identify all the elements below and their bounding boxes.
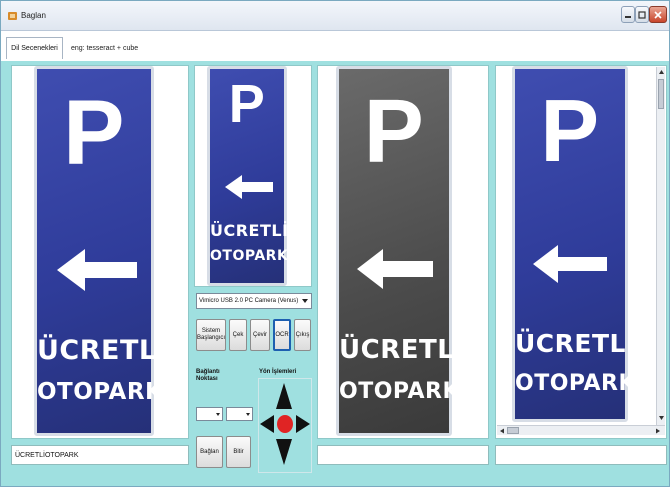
- center-dot-icon[interactable]: [276, 414, 294, 434]
- sign-line3-text: OTOPARK: [37, 379, 164, 405]
- cropped-left-arrow-icon: [225, 175, 273, 199]
- down-arrow-icon[interactable]: [276, 439, 292, 465]
- processed-image-panel: P ÜCRETLİ OTOPARK: [495, 65, 667, 439]
- camera-select[interactable]: Vimicro USB 2.0 PC Camera (Venus): [196, 293, 312, 309]
- rotate-button[interactable]: Çevir: [250, 319, 270, 351]
- title-bar: Baglan: [1, 1, 669, 31]
- sign-p-text: P: [63, 82, 125, 184]
- gray-sign-line3-text: OTOPARK: [339, 379, 461, 404]
- cropped-image-panel: P ÜCRETLİ OTOPARK: [194, 65, 312, 287]
- window-title: Baglan: [21, 11, 46, 20]
- right-arrow-icon[interactable]: [296, 415, 310, 433]
- proc-sign-p-text: P: [540, 81, 600, 180]
- connection-point-label: Bağlantı Noktası: [196, 369, 220, 382]
- chevron-down-icon: [216, 413, 220, 416]
- exit-button[interactable]: Çıkış: [294, 319, 311, 351]
- camera-select-value: Vimicro USB 2.0 PC Camera (Venus): [199, 298, 299, 304]
- proc-sign-line3-text: OTOPARK: [515, 371, 637, 396]
- connection-point-line1: Bağlantı: [196, 369, 220, 375]
- main-window: Baglan Dil Secenekleri eng: tesseract + …: [0, 0, 670, 487]
- processed-sign-image: P ÜCRETLİ OTOPARK: [512, 66, 637, 422]
- grayscale-sign-image: P ÜCRETLİ OTOPARK: [336, 66, 465, 436]
- ocr-result-field[interactable]: ÜCRETLİOTOPARK: [11, 445, 189, 465]
- scroll-right-icon[interactable]: [655, 428, 661, 434]
- system-start-line2: Başlangıcı: [196, 335, 226, 341]
- maximize-button[interactable]: [635, 6, 649, 23]
- direction-ops-label: Yön İşlemleri: [259, 369, 297, 375]
- capture-button[interactable]: Çek: [229, 319, 247, 351]
- sign-line2-text: ÜCRETLİ: [37, 335, 168, 366]
- minimize-button[interactable]: [621, 6, 635, 23]
- connection-start-select[interactable]: [196, 407, 223, 421]
- gray-left-arrow-icon: [357, 249, 433, 289]
- proc-left-arrow-icon: [533, 245, 607, 283]
- vertical-scroll-thumb[interactable]: [658, 79, 664, 109]
- ocr-engine-label: eng: tesseract + cube: [71, 45, 139, 52]
- left-arrow-icon[interactable]: [260, 415, 274, 433]
- cropped-sign-line3-text: OTOPARK: [210, 248, 289, 264]
- minimize-icon: [625, 15, 631, 18]
- vertical-scrollbar[interactable]: [656, 67, 665, 425]
- cropped-sign-line2-text: ÜCRETLİ: [210, 221, 289, 240]
- parking-sign-image: P ÜCRETLİ OTOPARK: [34, 66, 168, 436]
- chevron-down-icon: [246, 413, 250, 416]
- cropped-sign-image: P ÜCRETLİ OTOPARK: [207, 66, 289, 286]
- scroll-up-icon[interactable]: [658, 69, 665, 75]
- chevron-down-icon: [302, 299, 308, 303]
- output-field-3[interactable]: [495, 445, 667, 465]
- up-arrow-icon[interactable]: [276, 383, 292, 409]
- app-icon: [8, 12, 17, 20]
- original-image-panel: P ÜCRETLİ OTOPARK: [11, 65, 189, 439]
- gray-sign-line2-text: ÜCRETLİ: [339, 335, 465, 365]
- close-button[interactable]: [649, 6, 667, 23]
- horizontal-scrollbar[interactable]: [497, 425, 665, 435]
- maximize-icon: [638, 10, 646, 19]
- tab-language-options[interactable]: Dil Secenekleri: [6, 37, 63, 59]
- connection-point-line2: Noktası: [196, 375, 218, 382]
- connect-button[interactable]: Bağlan: [196, 436, 223, 468]
- gray-sign-p-text: P: [363, 82, 425, 182]
- horizontal-scroll-thumb[interactable]: [507, 427, 519, 434]
- direction-pad: [258, 378, 312, 473]
- output-field-2[interactable]: [317, 445, 489, 465]
- scroll-down-icon[interactable]: [658, 415, 665, 421]
- scroll-left-icon[interactable]: [499, 428, 505, 434]
- cropped-sign-p-text: P: [228, 74, 266, 134]
- grayscale-image-panel: P ÜCRETLİ OTOPARK: [317, 65, 489, 439]
- system-start-line1: Sistem: [201, 328, 221, 335]
- proc-sign-line2-text: ÜCRETLİ: [515, 329, 636, 358]
- connection-end-select[interactable]: [226, 407, 253, 421]
- ocr-button[interactable]: OCR: [273, 319, 291, 351]
- finish-button[interactable]: Bitir: [226, 436, 251, 468]
- close-icon: [654, 10, 662, 19]
- left-arrow-icon: [57, 249, 137, 291]
- control-area: Vimicro USB 2.0 PC Camera (Venus) Sistem…: [194, 291, 312, 475]
- system-start-button[interactable]: Sistem Başlangıcı: [196, 319, 226, 351]
- tab-strip: Dil Secenekleri eng: tesseract + cube: [1, 31, 669, 61]
